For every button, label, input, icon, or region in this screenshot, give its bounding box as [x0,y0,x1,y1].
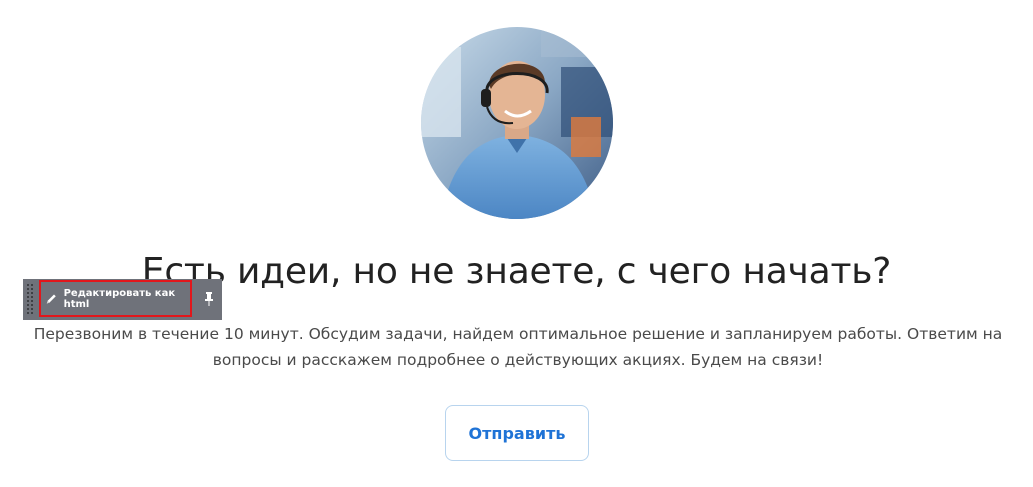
edit-as-html-button[interactable]: Редактировать как html [39,280,192,317]
pin-icon[interactable] [202,291,216,307]
avatar [421,27,613,219]
page: Есть идеи, но не знаете, с чего начать? … [0,0,1033,487]
edit-as-html-label: Редактировать как html [63,287,176,310]
pencil-icon [46,294,56,303]
operator-photo [421,27,613,219]
editor-toolbar: Редактировать как html [23,279,222,320]
description-text: Перезвоним в течение 10 минут. Обсудим з… [33,325,1003,369]
send-button[interactable]: Отправить [445,405,589,461]
drag-handle-icon[interactable] [26,283,34,316]
